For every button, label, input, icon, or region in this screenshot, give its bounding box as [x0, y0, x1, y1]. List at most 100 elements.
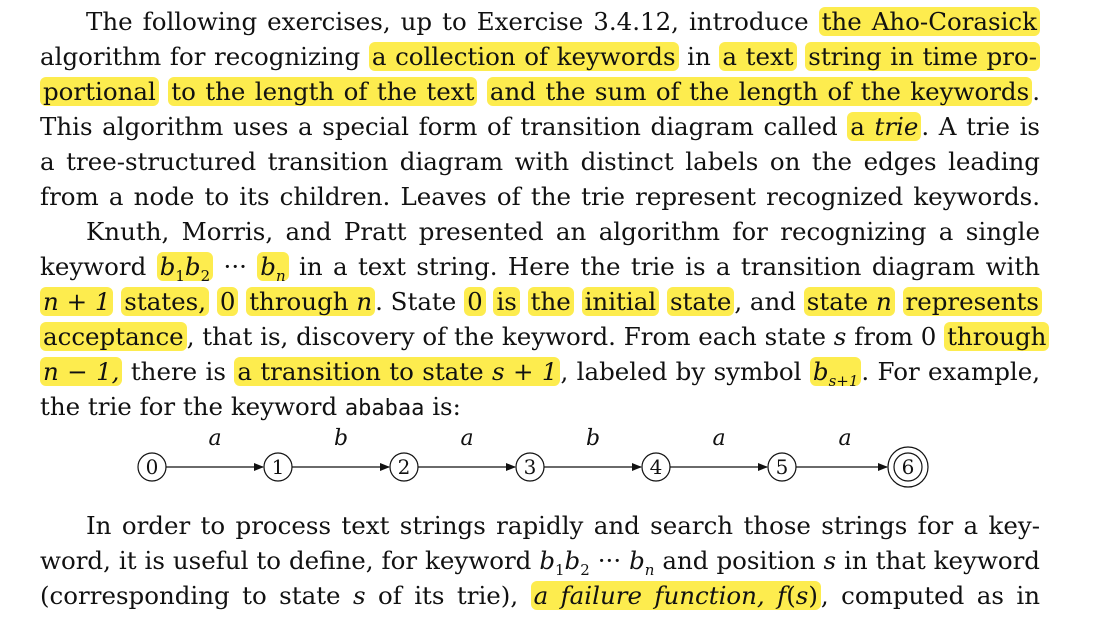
- text: [895, 287, 903, 316]
- text: a transition to state: [237, 357, 493, 386]
- highlight: the Aho-Corasick: [818, 7, 1040, 36]
- text: ···: [589, 546, 630, 575]
- text: word, it is useful to define, for keywor…: [40, 546, 540, 575]
- text: state: [806, 287, 876, 316]
- highlight: b1b2: [156, 252, 214, 283]
- text: . A trie is: [921, 112, 1040, 141]
- text: of its trie),: [365, 581, 531, 610]
- highlight: and the sum of the length of the keyword…: [486, 77, 1033, 106]
- p2-line-2: keyword b1b2 ··· bn in a text string. He…: [40, 249, 1040, 284]
- math: s + 1: [492, 357, 558, 386]
- p2-line-6: the trie for the keyword ababaa is:: [40, 389, 1040, 424]
- p2-line-5: n − 1, there is a transition to state s …: [40, 354, 1040, 389]
- text: [659, 287, 667, 316]
- text: , computed as in: [820, 581, 1040, 610]
- italic-term: a failure function, f: [533, 581, 787, 610]
- highlight: a failure function, f(s): [530, 581, 821, 610]
- text: in a text string. Here the trie is a tra…: [288, 252, 1040, 281]
- math: b: [629, 546, 645, 575]
- highlight: initial: [581, 287, 660, 316]
- edge-label: b: [334, 426, 348, 451]
- p1-line-1: The following exercises, up to Exercise …: [86, 4, 1040, 39]
- text: This algorithm uses a special form of tr…: [40, 112, 848, 141]
- text: in: [678, 42, 720, 71]
- math: s: [352, 581, 366, 610]
- highlight: 0: [216, 287, 239, 316]
- highlight: represents: [902, 287, 1042, 316]
- math: s: [795, 581, 809, 610]
- highlight: through: [944, 322, 1050, 351]
- subscript: n: [275, 266, 286, 285]
- text: [520, 287, 528, 316]
- highlight: bn: [257, 252, 289, 283]
- text: from 0: [846, 322, 945, 351]
- p1-line-2: algorithm for recognizing a collection o…: [40, 39, 1040, 74]
- text: (corresponding to state: [40, 581, 353, 610]
- text: algorithm for recognizing: [40, 42, 369, 71]
- p1-line-6: from a node to its children. Leaves of t…: [40, 182, 1040, 211]
- text: , and: [734, 287, 804, 316]
- p2-line-1: Knuth, Morris, and Pratt presented an al…: [86, 217, 1040, 246]
- math: b: [184, 252, 201, 281]
- text: in that keyword: [836, 546, 1040, 575]
- trie-group: 0 1 2 3 4 5 6 a b a b a a: [137, 426, 929, 488]
- p3-line-2: word, it is useful to define, for keywor…: [40, 543, 1040, 578]
- math: s: [833, 322, 847, 351]
- subscript: s+1: [828, 371, 859, 390]
- subscript: 2: [580, 560, 590, 579]
- text: is:: [424, 392, 461, 421]
- highlight: a transition to state s + 1: [234, 357, 561, 386]
- state-label: 1: [272, 455, 285, 479]
- trie-diagram: 0 1 2 3 4 5 6 a b a b a a: [137, 426, 929, 488]
- italic-term: trie: [874, 112, 919, 141]
- text: (: [786, 581, 796, 610]
- state-label: 3: [524, 455, 537, 479]
- p1-line-4: This algorithm uses a special form of tr…: [40, 109, 1040, 144]
- text: ···: [213, 252, 258, 281]
- text: a: [850, 112, 875, 141]
- highlight: acceptance: [40, 322, 187, 351]
- math: s: [823, 546, 837, 575]
- highlight: state: [666, 287, 735, 316]
- text: , that is, discovery of the keyword. Fro…: [186, 322, 834, 351]
- highlight: a collection of keywords: [368, 42, 679, 71]
- highlight: a text: [719, 42, 797, 71]
- p3-line-1: In order to process text strings rapidly…: [86, 511, 1040, 540]
- text: The following exercises, up to Exercise …: [86, 7, 819, 36]
- state-label: 6: [902, 455, 915, 479]
- state-label: 5: [776, 455, 789, 479]
- text: [159, 77, 168, 106]
- highlight: the: [527, 287, 574, 316]
- p2-line-4: acceptance, that is, discovery of the ke…: [40, 319, 1050, 354]
- keyword-code: ababaa: [344, 396, 425, 421]
- subscript: 2: [200, 266, 211, 285]
- highlight: to the length of the text: [168, 77, 478, 106]
- document-page: The following exercises, up to Exercise …: [0, 0, 1096, 628]
- subscript: n: [644, 560, 655, 579]
- math: n: [875, 287, 892, 316]
- highlight: a trie: [847, 112, 922, 141]
- text: . For example,: [861, 357, 1041, 386]
- text: [209, 287, 217, 316]
- p1-line-3: portional to the length of the text and …: [40, 74, 1040, 109]
- text: there is: [122, 357, 235, 386]
- highlight: state n: [803, 287, 895, 316]
- text: and position: [654, 546, 824, 575]
- p3-line-3: (corresponding to state s of its trie), …: [40, 578, 1040, 613]
- highlight: is: [493, 287, 520, 316]
- p1-line-5: a tree-structured transition diagram wit…: [40, 147, 1040, 176]
- edge-label: b: [586, 426, 600, 451]
- p2-line-3: n + 1 states, 0 through n. State 0 is th…: [40, 284, 1042, 319]
- highlight: n − 1,: [40, 357, 123, 386]
- text: the trie for the keyword: [40, 392, 345, 421]
- highlight: bs+1: [809, 357, 862, 388]
- math: b: [260, 252, 276, 281]
- math: b: [539, 546, 555, 575]
- text: [797, 42, 806, 71]
- math: b: [159, 252, 176, 281]
- edge-label: a: [712, 426, 725, 451]
- math: b: [564, 546, 581, 575]
- edge-label: a: [208, 426, 221, 451]
- text: [574, 287, 582, 316]
- highlight: 0: [464, 287, 486, 316]
